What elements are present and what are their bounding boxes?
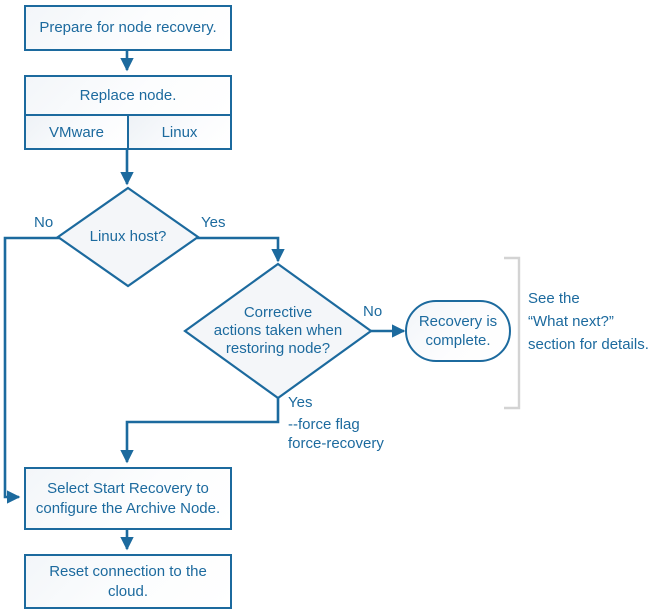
decision-corrective-actions-label: Corrective actions taken when restoring …: [213, 303, 343, 358]
node-replace-label: Replace node.: [79, 86, 177, 104]
edge-linux-host-yes: [197, 236, 285, 263]
node-replace-option-vmware[interactable]: VMware: [24, 115, 128, 150]
node-prepare-for-node-recovery[interactable]: Prepare for node recovery.: [24, 5, 232, 51]
edge-corrective-yes: [120, 398, 280, 464]
annotation-force-flag: --force flag force-recovery: [288, 416, 384, 453]
node-replace-option-linux[interactable]: Linux: [128, 115, 232, 150]
node-reset-connection[interactable]: Reset connection to the cloud.: [24, 554, 232, 609]
edge-label-linux-host-yes: Yes: [201, 214, 226, 231]
decision-linux-host-label: Linux host?: [89, 227, 167, 245]
node-replace-option-vmware-label: VMware: [48, 123, 104, 141]
node-recovery-complete-label: Recovery is complete.: [418, 312, 498, 349]
annotation-what-next: See the “What next?” section for details…: [528, 290, 649, 353]
node-replace-node[interactable]: Replace node.: [24, 75, 232, 115]
edge-label-linux-host-no: No: [34, 214, 54, 231]
node-reset-connection-label: Reset connection to the cloud.: [49, 563, 207, 600]
edge-label-corrective-no: No: [363, 303, 383, 320]
node-select-start-recovery-label: Select Start Recovery to configure the A…: [35, 480, 221, 517]
decision-linux-host-shape: [56, 186, 200, 288]
node-recovery-complete[interactable]: Recovery is complete.: [405, 300, 511, 362]
decision-corrective-actions[interactable]: Corrective actions taken when restoring …: [196, 300, 360, 362]
edge-linux-host-no: [3, 236, 60, 504]
flowchart-canvas: Prepare for node recovery. Replace node.…: [0, 0, 663, 613]
node-select-start-recovery[interactable]: Select Start Recovery to configure the A…: [24, 467, 232, 530]
decision-corrective-shape: [183, 262, 373, 400]
edge-label-corrective-yes: Yes: [288, 394, 313, 411]
decision-linux-host[interactable]: Linux host?: [68, 222, 188, 252]
node-replace-option-linux-label: Linux: [161, 123, 198, 141]
node-prepare-label: Prepare for node recovery.: [39, 19, 217, 37]
